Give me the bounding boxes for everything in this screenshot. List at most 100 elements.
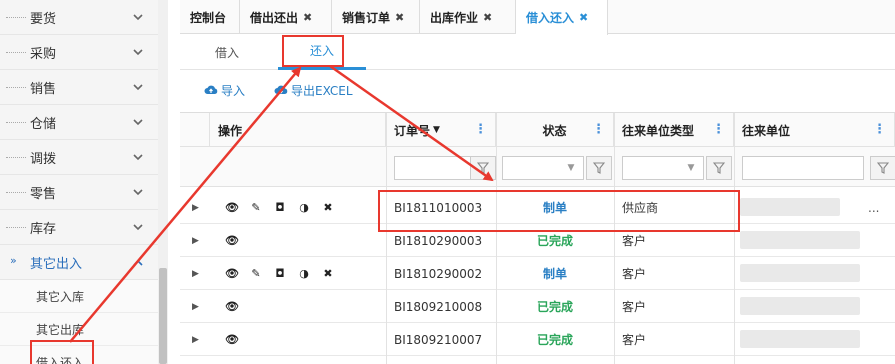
- table-row[interactable]: ▶ 👁 ✎ ◘ ◑ ✖ BI1810290002 制单 客户: [180, 257, 895, 290]
- caret-down-icon: ▼: [567, 163, 575, 173]
- sidebar: 要货 采购 销售 仓储 调拨 零售 库存 » 其它出入 其它入库 其它出库 借入…: [0, 0, 168, 364]
- order-no-cell: BI1809210007: [394, 332, 483, 347]
- row-actions: 👁 ✎ ◘ ◑ ✖: [220, 257, 370, 290]
- view-icon[interactable]: 👁: [220, 333, 244, 346]
- subtab-borrow[interactable]: 借入: [202, 34, 252, 70]
- chevron-down-icon: [132, 81, 144, 93]
- edit-icon[interactable]: ✎: [244, 267, 268, 280]
- status-cell: 已完成: [536, 333, 573, 347]
- tab-label: 销售订单: [342, 10, 391, 25]
- sidebar-item-kucun[interactable]: 库存: [0, 210, 158, 245]
- shield-icon[interactable]: ◘: [268, 267, 292, 280]
- tab-borrow-return[interactable]: 借入还入 ✖: [516, 0, 608, 35]
- tab-label: 控制台: [190, 10, 227, 25]
- expand-row-icon[interactable]: ▶: [192, 191, 199, 224]
- view-icon[interactable]: 👁: [220, 201, 244, 214]
- header-partner-type[interactable]: 往来单位类型 ⋮: [614, 113, 734, 147]
- cloud-upload-icon: [204, 84, 221, 98]
- header-partner[interactable]: 往来单位 ⋮: [734, 113, 895, 147]
- annotation-box-row: [378, 190, 740, 232]
- close-icon[interactable]: ✖: [395, 11, 404, 24]
- header-label: 状态: [542, 123, 567, 138]
- filter-icon[interactable]: [470, 156, 496, 180]
- sidebar-item-label: 仓储: [30, 116, 57, 132]
- expand-row-icon[interactable]: ▶: [192, 323, 199, 356]
- partner-cell-redacted: [740, 231, 860, 249]
- header-label: 操作: [218, 123, 243, 138]
- sidebar-item-qitachuru[interactable]: » 其它出入: [0, 245, 158, 280]
- delete-icon[interactable]: ✖: [316, 267, 340, 280]
- partner-cell-redacted: [740, 330, 860, 348]
- partner-cell-redacted: [740, 264, 860, 282]
- caret-down-icon: ▼: [687, 163, 695, 173]
- sidebar-item-label: 销售: [30, 81, 57, 97]
- chevron-up-icon: [132, 256, 144, 268]
- partner-cell-redacted: [740, 297, 860, 315]
- header-status[interactable]: 状态 ⋮: [496, 113, 614, 147]
- header-ops: 操作: [210, 113, 386, 147]
- sidebar-item-xiaoshou[interactable]: 销售: [0, 70, 158, 105]
- close-icon[interactable]: ✖: [303, 11, 312, 24]
- expand-row-icon[interactable]: ▶: [192, 224, 199, 257]
- chevron-down-icon: [132, 151, 144, 163]
- delete-icon[interactable]: ✖: [316, 201, 340, 214]
- sidebar-item-label: 零售: [30, 186, 57, 202]
- export-excel-button[interactable]: 导出EXCEL: [274, 82, 353, 99]
- view-icon[interactable]: 👁: [220, 300, 244, 313]
- partner-cell-redacted: [740, 198, 840, 216]
- filter-icon[interactable]: [706, 156, 732, 180]
- expand-row-icon[interactable]: ▶: [192, 290, 199, 323]
- scrollbar-thumb[interactable]: [159, 268, 167, 364]
- table-row[interactable]: ▶ 👁 BI1809210007 已完成 客户: [180, 323, 895, 356]
- partner-type-cell: 客户: [622, 333, 647, 347]
- sidebar-item-label: 库存: [30, 221, 57, 237]
- partner-filter-input[interactable]: [742, 156, 864, 180]
- app-root: 要货 采购 销售 仓储 调拨 零售 库存 » 其它出入 其它入库 其它出库 借入…: [0, 0, 895, 364]
- partner-type-cell: 客户: [622, 300, 647, 314]
- view-icon[interactable]: 👁: [220, 234, 244, 247]
- annotation-box-sidebar: [30, 340, 94, 364]
- tab-outbound[interactable]: 出库作业 ✖: [420, 0, 516, 34]
- row-actions: 👁: [220, 224, 370, 257]
- sidebar-item-yaohuo[interactable]: 要货: [0, 0, 158, 35]
- half-circle-icon[interactable]: ◑: [292, 267, 316, 280]
- tab-label: 出库作业: [430, 10, 479, 25]
- order-no-filter-input[interactable]: [394, 156, 476, 180]
- header-order-no[interactable]: 订单号 ▼ ⋮: [386, 113, 496, 147]
- sidebar-item-caigou[interactable]: 采购: [0, 35, 158, 70]
- tab-bar: 控制台 借出还出 ✖ 销售订单 ✖ 出库作业 ✖ 借入还入 ✖: [180, 0, 895, 35]
- sidebar-item-diaobo[interactable]: 调拨: [0, 140, 158, 175]
- chevron-down-icon: [132, 46, 144, 58]
- chevron-down-icon: [132, 116, 144, 128]
- sort-desc-icon[interactable]: ▼: [433, 125, 440, 135]
- sidebar-subitem-other-in[interactable]: 其它入库: [0, 280, 158, 313]
- filter-row: ▼ ▼: [180, 147, 895, 187]
- expand-row-icon[interactable]: ▶: [192, 257, 199, 290]
- partner-cell-ellipsis: ...: [868, 200, 880, 215]
- column-menu-icon[interactable]: ⋮: [592, 123, 605, 136]
- double-chevron-icon: »: [10, 254, 17, 267]
- shield-icon[interactable]: ◘: [268, 201, 292, 214]
- import-button[interactable]: 导入: [204, 82, 245, 99]
- filter-icon[interactable]: [586, 156, 612, 180]
- row-actions: 👁 ✎ ◘ ◑ ✖: [220, 191, 370, 224]
- sidebar-item-lingshou[interactable]: 零售: [0, 175, 158, 210]
- status-cell: 制单: [542, 267, 567, 281]
- table-row[interactable]: ▶ 👁 BI1809210008 已完成 客户: [180, 290, 895, 323]
- edit-icon[interactable]: ✎: [244, 201, 268, 214]
- column-menu-icon[interactable]: ⋮: [474, 123, 487, 136]
- tab-sales-order[interactable]: 销售订单 ✖: [332, 0, 420, 34]
- close-icon[interactable]: ✖: [483, 11, 492, 24]
- view-icon[interactable]: 👁: [220, 267, 244, 280]
- column-menu-icon[interactable]: ⋮: [712, 123, 725, 136]
- close-icon[interactable]: ✖: [579, 11, 588, 24]
- tab-dashboard[interactable]: 控制台: [180, 0, 240, 34]
- tab-lend-return[interactable]: 借出还出 ✖: [240, 0, 332, 34]
- column-menu-icon[interactable]: ⋮: [873, 123, 886, 136]
- sidebar-scrollbar[interactable]: [158, 0, 168, 364]
- tab-label: 借入还入: [526, 11, 575, 25]
- half-circle-icon[interactable]: ◑: [292, 201, 316, 214]
- sidebar-item-cangchu[interactable]: 仓储: [0, 105, 158, 140]
- filter-icon[interactable]: [870, 156, 895, 180]
- import-label: 导入: [221, 84, 246, 98]
